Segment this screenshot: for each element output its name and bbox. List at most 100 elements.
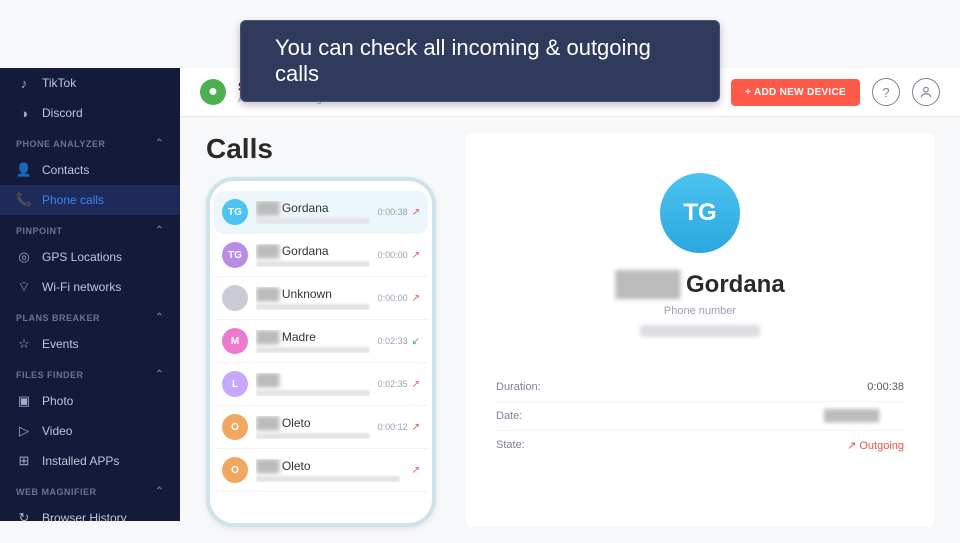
phone-number-label: Phone number bbox=[664, 305, 736, 317]
video-icon: ▷ bbox=[16, 423, 32, 439]
caller-avatar: O bbox=[222, 414, 248, 440]
caller-name: ███ Oleto bbox=[256, 416, 370, 430]
installed-apps-icon: ⊞ bbox=[16, 453, 32, 469]
discord-icon: ◑ bbox=[16, 105, 32, 121]
caller-name: ███ Unknown bbox=[256, 287, 370, 301]
add-device-button[interactable]: + ADD NEW DEVICE bbox=[731, 79, 860, 106]
outgoing-arrow-icon: ↗ bbox=[412, 379, 420, 390]
sidebar-item-photo[interactable]: ▣ Photo bbox=[0, 386, 180, 416]
caller-name: ███ Gordana bbox=[256, 201, 370, 215]
phone-calls-icon: 📞 bbox=[16, 192, 32, 208]
outgoing-arrow-icon: ↗ bbox=[412, 422, 420, 433]
sidebar-section-header[interactable]: PINPOINT ⌃ bbox=[0, 215, 180, 242]
redacted-text: ████ bbox=[615, 271, 679, 299]
call-duration: 0:00:00↗ bbox=[378, 250, 420, 261]
call-row[interactable]: O ███ Oleto ↗ bbox=[214, 449, 428, 492]
caller-name: ███ Oleto bbox=[256, 459, 400, 473]
sidebar-section-header[interactable]: PLANS BREAKER ⌃ bbox=[0, 302, 180, 329]
caller-name: ███ bbox=[256, 373, 370, 387]
contact-name: ████ Gordana bbox=[615, 271, 784, 299]
sidebar-section-header[interactable]: PHONE ANALYZER ⌃ bbox=[0, 128, 180, 155]
incoming-arrow-icon: ↙ bbox=[412, 336, 420, 347]
outgoing-arrow-icon: ↗ bbox=[412, 465, 420, 476]
detail-value: ↗ Outgoing bbox=[847, 439, 904, 452]
caller-avatar: L bbox=[222, 371, 248, 397]
redacted-phone-number bbox=[640, 325, 760, 337]
sidebar-item-label: TikTok bbox=[42, 76, 76, 90]
sidebar-item-label: Events bbox=[42, 337, 79, 351]
caller-name: ███ Gordana bbox=[256, 244, 370, 258]
call-row[interactable]: ███ Unknown 0:00:00↗ bbox=[214, 277, 428, 320]
chevron-up-icon: ⌃ bbox=[155, 486, 164, 497]
detail-row: Duration: 0:00:38 bbox=[496, 373, 904, 401]
photo-icon: ▣ bbox=[16, 393, 32, 409]
redacted-text bbox=[256, 304, 370, 310]
sidebar-item-label: GPS Locations bbox=[42, 250, 122, 264]
outgoing-arrow-icon: ↗ bbox=[412, 293, 420, 304]
redacted-text bbox=[256, 433, 370, 439]
gps-locations-icon: ◎ bbox=[16, 249, 32, 265]
outgoing-arrow-icon: ↗ bbox=[412, 250, 420, 261]
sidebar-item-installed-apps[interactable]: ⊞ Installed APPs bbox=[0, 446, 180, 476]
call-duration: 0:02:35↗ bbox=[378, 379, 420, 390]
detail-label: State: bbox=[496, 439, 525, 452]
sidebar-item-label: Phone calls bbox=[42, 193, 104, 207]
sidebar-section-header[interactable]: WEB MAGNIFIER ⌃ bbox=[0, 476, 180, 503]
call-row[interactable]: L ███ 0:02:35↗ bbox=[214, 363, 428, 406]
section-title: PINPOINT bbox=[16, 226, 63, 236]
call-row[interactable]: M ███ Madre 0:02:33↙ bbox=[214, 320, 428, 363]
account-icon[interactable] bbox=[912, 78, 940, 106]
info-banner: You can check all incoming & outgoing ca… bbox=[240, 20, 720, 102]
call-row[interactable]: O ███ Oleto 0:00:12↗ bbox=[214, 406, 428, 449]
events-icon: ☆ bbox=[16, 336, 32, 352]
section-title: PLANS BREAKER bbox=[16, 313, 100, 323]
chevron-up-icon: ⌃ bbox=[155, 138, 164, 149]
sidebar-item-gps-locations[interactable]: ◎ GPS Locations bbox=[0, 242, 180, 272]
section-title: WEB MAGNIFIER bbox=[16, 487, 97, 497]
detail-value: 0:00:38 bbox=[867, 381, 904, 393]
help-icon[interactable]: ? bbox=[872, 78, 900, 106]
sidebar-section-header[interactable]: FILES FINDER⌃ bbox=[0, 359, 180, 386]
contact-avatar: TG bbox=[660, 173, 740, 253]
caller-avatar: M bbox=[222, 328, 248, 354]
redacted-text bbox=[256, 347, 370, 353]
redacted-text bbox=[256, 261, 370, 267]
redacted-text bbox=[256, 390, 370, 396]
detail-value: ████████ bbox=[824, 410, 904, 422]
sidebar-item-phone-calls[interactable]: 📞 Phone calls bbox=[0, 185, 180, 215]
call-duration: 0:02:33↙ bbox=[378, 336, 420, 347]
outgoing-arrow-icon: ↗ bbox=[412, 207, 420, 218]
sidebar-item-label: Installed APPs bbox=[42, 454, 119, 468]
sidebar-item-tiktok[interactable]: ♪TikTok bbox=[0, 68, 180, 98]
redacted-text bbox=[256, 218, 370, 224]
detail-row: State: ↗ Outgoing bbox=[496, 430, 904, 460]
call-row[interactable]: TG ███ Gordana 0:00:38↗ bbox=[214, 191, 428, 234]
sidebar-item-video[interactable]: ▷ Video bbox=[0, 416, 180, 446]
sidebar-item-events[interactable]: ☆ Events bbox=[0, 329, 180, 359]
call-row[interactable]: TG ███ Gordana 0:00:00↗ bbox=[214, 234, 428, 277]
sidebar-item-contacts[interactable]: 👤 Contacts bbox=[0, 155, 180, 185]
call-duration: 0:00:38↗ bbox=[378, 207, 420, 218]
call-duration: 0:00:00↗ bbox=[378, 293, 420, 304]
sidebar-item-label: Video bbox=[42, 424, 72, 438]
detail-row: Date: ████████ bbox=[496, 401, 904, 430]
contacts-icon: 👤 bbox=[16, 162, 32, 178]
detail-label: Duration: bbox=[496, 381, 541, 393]
redacted-text bbox=[256, 476, 400, 482]
sidebar-item-discord[interactable]: ◑Discord bbox=[0, 98, 180, 128]
caller-avatar: TG bbox=[222, 199, 248, 225]
caller-avatar bbox=[222, 285, 248, 311]
sidebar-item-browser-history[interactable]: ↻Browser History bbox=[0, 503, 180, 521]
call-details: Duration: 0:00:38 Date: ████████ State: ↗ Out… bbox=[496, 373, 904, 460]
device-status-icon: ● bbox=[200, 79, 226, 105]
sidebar-item-label: Browser History bbox=[42, 511, 127, 521]
section-title: PHONE ANALYZER bbox=[16, 139, 105, 149]
sidebar-item-wi-fi-networks[interactable]: ⌔Wi-Fi networks bbox=[0, 272, 180, 302]
chevron-up-icon: ⌃ bbox=[155, 225, 164, 236]
chevron-up-icon: ⌃ bbox=[155, 369, 164, 380]
detail-label: Date: bbox=[496, 410, 522, 422]
sidebar-item-label: Photo bbox=[42, 394, 73, 408]
sidebar-item-label: Contacts bbox=[42, 163, 89, 177]
chevron-up-icon: ⌃ bbox=[155, 312, 164, 323]
call-list-panel: TG ███ Gordana 0:00:38↗TG ███ Gordana 0:… bbox=[206, 177, 436, 527]
